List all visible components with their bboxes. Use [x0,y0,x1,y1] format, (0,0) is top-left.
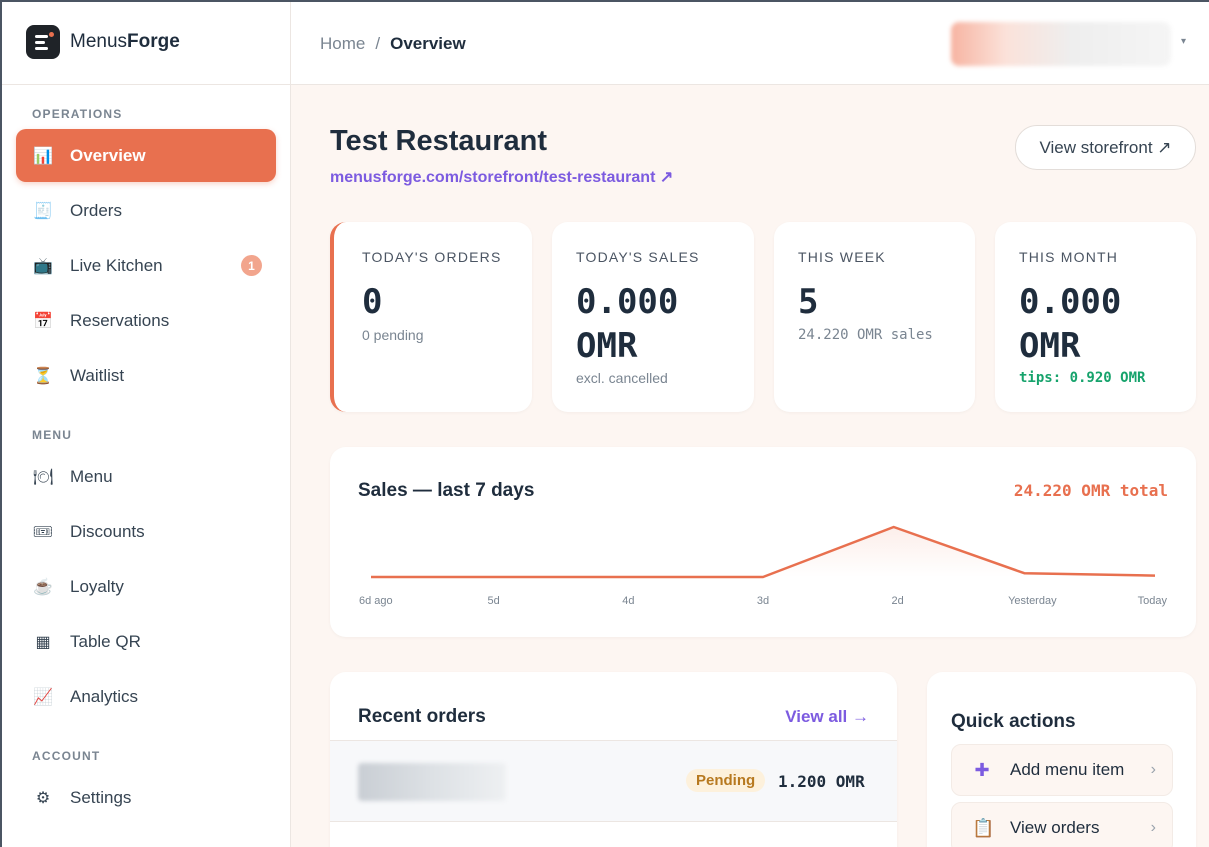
chevron-right-icon: › [1150,761,1156,778]
table-row[interactable]: Pending 1.200 OMR [330,740,897,821]
stat-card-todays-sales: TODAY'S SALES 0.000 OMR excl. cancelled [552,222,754,412]
sidebar-item-label: Discounts [70,521,145,541]
quick-actions-title: Quick actions [951,711,1076,732]
stat-card-todays-orders: TODAY'S ORDERS 0 0 pending [330,222,532,412]
add-menu-item-button[interactable]: ✚ Add menu item › [951,744,1173,796]
brand-name: MenusForge [70,31,180,52]
x-tick-label: 2d [892,595,904,607]
sales-chart-card: Sales — last 7 days 24.220 OMR total 6d … [330,447,1196,637]
recent-orders-title: Recent orders [358,706,486,727]
sidebar-item-reservations[interactable]: 📅 Reservations [16,294,276,347]
stat-value: 5 [798,282,819,322]
section-label-account: ACCOUNT [32,749,101,763]
plus-icon: ✚ [974,759,990,780]
menusforge-logo-icon [26,25,60,59]
sidebar-item-loyalty[interactable]: ☕ Loyalty [16,560,276,613]
stat-card-this-week: THIS WEEK 5 24.220 OMR sales [774,222,975,412]
stat-value: 0.000 OMR [1019,282,1122,366]
chevron-down-icon[interactable]: ▾ [1181,36,1186,47]
clipboard-icon: 📋 [972,817,995,838]
plate-icon: 🍽 [32,468,54,486]
tv-icon: 📺 [33,257,53,275]
gear-icon: ⚙ [35,789,51,807]
quick-action-label: Add menu item [1010,760,1125,779]
receipt-icon: 🧾 [33,202,53,220]
stat-sub: 0 pending [362,327,424,343]
quick-actions-card: Quick actions ✚ Add menu item › 📋 View o… [927,672,1196,847]
breadcrumb-current: Overview [390,34,466,53]
chart-icon: 📊 [33,147,53,165]
sidebar-item-orders[interactable]: 🧾 Orders [16,184,276,237]
x-tick-label: 4d [622,595,634,607]
qr-icon: ▦ [35,633,51,651]
order-info-redacted [358,763,506,801]
window-top-border [0,0,1209,2]
sidebar-item-settings[interactable]: ⚙ Settings [16,771,276,824]
stat-sub-tips: tips: 0.920 OMR [1019,370,1146,386]
table-row[interactable] [330,821,897,841]
sidebar-item-waitlist[interactable]: ⏳ Waitlist [16,349,276,402]
stat-card-this-month: THIS MONTH 0.000 OMR tips: 0.920 OMR [995,222,1196,412]
ticket-icon: 🎟 [32,523,54,541]
sales-line [371,525,1156,579]
x-tick-label: 6d ago [359,595,393,607]
sidebar-item-label: Overview [70,145,146,165]
section-label-menu: MENU [32,428,73,442]
user-menu[interactable] [951,22,1171,66]
sidebar-item-label: Reservations [70,310,170,330]
storefront-url-link[interactable]: menusforge.com/storefront/test-restauran… [330,167,673,187]
sidebar-item-live-kitchen[interactable]: 📺 Live Kitchen 1 [16,239,276,292]
stat-value: 0.000 OMR [576,282,679,366]
stat-label: TODAY'S ORDERS [362,249,502,265]
sidebar-item-table-qr[interactable]: ▦ Table QR [16,615,276,668]
x-tick-label: 5d [488,595,500,607]
chevron-right-icon: › [1150,819,1156,836]
topbar: Home / Overview ▾ [291,0,1209,85]
view-orders-button[interactable]: 📋 View orders › [951,802,1173,847]
stat-label: THIS MONTH [1019,249,1119,265]
sidebar-item-label: Orders [70,200,122,220]
sidebar-item-overview[interactable]: 📊 Overview [16,129,276,182]
calendar-icon: 📅 [33,312,53,330]
brand[interactable]: MenusForge [2,0,290,85]
stat-sub: 24.220 OMR sales [798,327,933,343]
breadcrumb-home[interactable]: Home [320,34,365,53]
quick-action-label: View orders [1010,818,1100,837]
sidebar-item-label: Analytics [70,686,139,706]
sidebar-item-discounts[interactable]: 🎟 Discounts [16,505,276,558]
x-tick-label: 3d [757,595,769,607]
sidebar-item-analytics[interactable]: 📈 Analytics [16,670,276,723]
main-content: Test Restaurant menusforge.com/storefron… [291,85,1209,847]
recent-orders-card: Recent orders View all → Pending 1.200 O… [330,672,897,847]
coffee-icon: ☕ [33,578,53,596]
sidebar-item-label: Settings [70,787,132,807]
stat-label: TODAY'S SALES [576,249,700,265]
view-storefront-button[interactable]: View storefront ↗ [1015,125,1196,170]
line-chart-icon: 📈 [33,688,53,706]
stat-label: THIS WEEK [798,249,886,265]
live-kitchen-count-badge: 1 [241,255,262,276]
page-title: Test Restaurant [330,125,548,157]
sidebar-item-label: Waitlist [70,365,125,385]
sidebar: MenusForge OPERATIONS 📊 Overview 🧾 Order… [0,0,291,847]
hourglass-icon: ⏳ [33,367,53,385]
sales-area [371,527,1155,577]
stat-sub: excl. cancelled [576,370,668,386]
sidebar-item-label: Live Kitchen [70,255,163,275]
sidebar-item-menu[interactable]: 🍽 Menu [16,450,276,503]
sidebar-item-label: Menu [70,466,113,486]
sidebar-item-label: Table QR [70,631,141,651]
section-label-operations: OPERATIONS [32,107,123,121]
stat-value: 0 [362,282,383,322]
view-all-orders-link[interactable]: View all → [785,707,869,727]
sidebar-item-label: Loyalty [70,576,124,596]
sales-line-chart: 6d ago 5d 4d 3d 2d Yesterday Today [359,525,1168,607]
x-tick-label: Today [1138,595,1168,607]
order-amount: 1.200 OMR [778,772,865,791]
status-badge: Pending [686,769,766,792]
x-tick-label: Yesterday [1008,595,1057,607]
breadcrumb: Home / Overview [320,34,466,53]
